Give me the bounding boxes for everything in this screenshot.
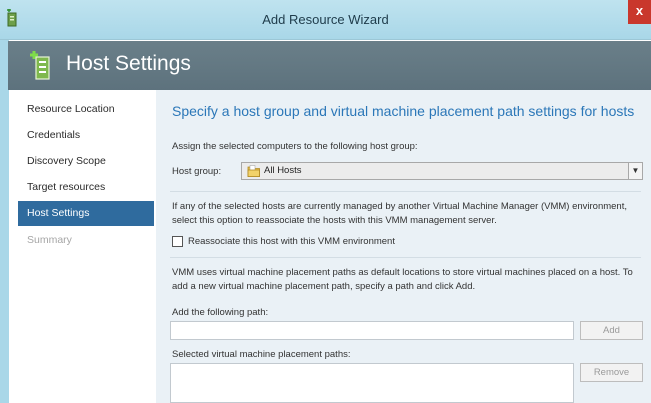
title-bar[interactable]: Add Resource Wizard x [0,0,651,40]
host-group-label: Host group: [172,166,222,177]
page-title: Host Settings [66,52,191,75]
selected-paths-label: Selected virtual machine placement paths… [172,349,351,360]
reassociate-info-text: If any of the selected hosts are current… [172,201,627,226]
window-frame-left [0,40,9,403]
reassociate-checkbox-label[interactable]: Reassociate this host with this VMM envi… [188,235,395,249]
selected-paths-list[interactable] [170,363,574,403]
host-group-value: All Hosts [264,165,302,176]
add-path-input[interactable] [170,321,574,340]
add-button[interactable]: Add [580,321,643,340]
divider [170,191,641,192]
divider [170,257,641,258]
page-banner: Host Settings [8,41,651,90]
chevron-down-icon[interactable]: ▼ [628,163,642,179]
nav-item-credentials[interactable]: Credentials [18,123,154,148]
folder-icon [247,165,260,177]
nav-item-discovery-scope[interactable]: Discovery Scope [18,149,154,174]
add-path-label: Add the following path: [172,307,269,318]
reassociate-checkbox[interactable] [172,236,183,247]
remove-button[interactable]: Remove [580,363,643,382]
wizard-nav: Resource Location Credentials Discovery … [9,90,156,403]
placement-info-text: VMM uses virtual machine placement paths… [172,267,633,292]
nav-item-resource-location[interactable]: Resource Location [18,97,154,122]
nav-item-summary: Summary [27,234,72,246]
nav-item-host-settings[interactable]: Host Settings [18,201,154,226]
main-panel: Specify a host group and virtual machine… [156,90,651,403]
wizard-window: Add Resource Wizard x Host Settings Reso… [0,0,651,403]
assign-host-group-text: Assign the selected computers to the fol… [172,141,418,152]
server-add-icon [30,51,50,80]
host-group-dropdown[interactable]: All Hosts ▼ [241,162,643,180]
close-button[interactable]: x [628,0,651,24]
nav-item-target-resources[interactable]: Target resources [18,175,154,200]
window-title: Add Resource Wizard [262,12,389,27]
section-heading: Specify a host group and virtual machine… [172,103,635,119]
